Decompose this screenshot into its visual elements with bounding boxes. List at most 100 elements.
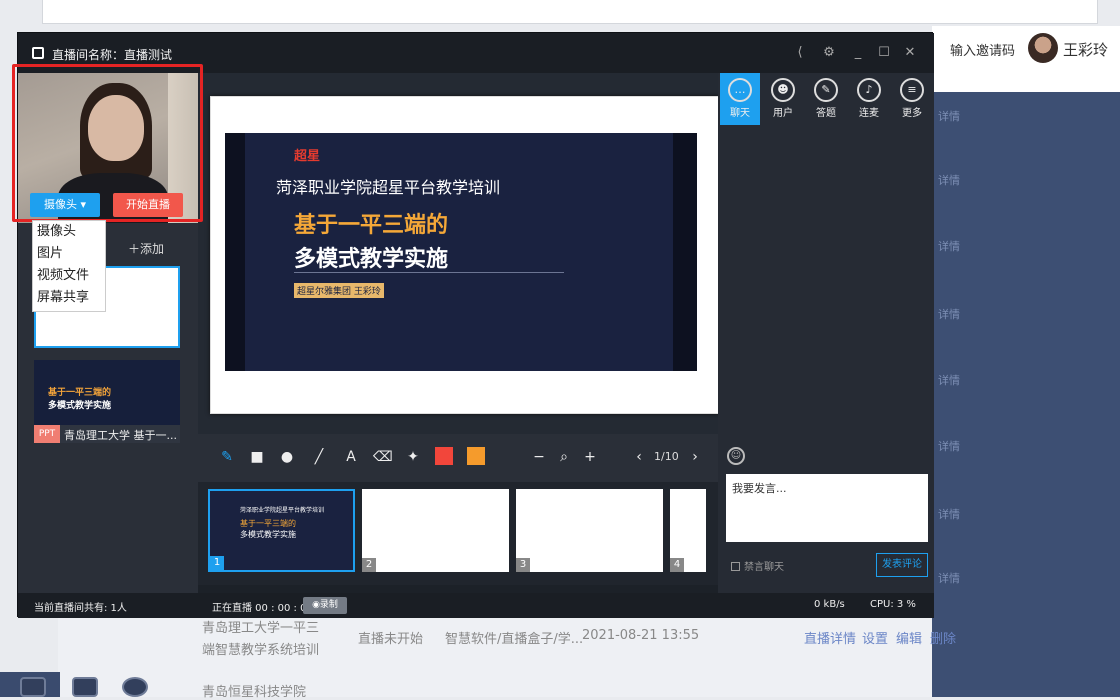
- slide-sheet: 超星 菏泽职业学院超星平台教学培训 基于一平三端的 多模式教学实施 超星尔雅集团…: [210, 96, 720, 414]
- menu-item-camera[interactable]: 摄像头: [33, 221, 105, 243]
- document-icon[interactable]: [72, 677, 98, 697]
- menu-item-video[interactable]: 视频文件: [33, 265, 105, 287]
- slide-title-1: 基于一平三端的: [294, 213, 449, 238]
- invite-code-link[interactable]: 输入邀请码: [950, 40, 1015, 59]
- clear-icon[interactable]: ✦: [404, 448, 422, 466]
- background-row-status: 直播未开始: [358, 632, 424, 647]
- cpu-usage: CPU: 3 %: [870, 599, 916, 610]
- slide-left-bar: [225, 133, 245, 371]
- thumbnail-1[interactable]: 菏泽职业学院超星平台教学培训 基于一平三端的 多模式教学实施 1: [208, 489, 355, 572]
- tab-users-label: 用户: [773, 108, 793, 119]
- background-settings-link[interactable]: 设置: [862, 628, 888, 647]
- slide-title-2: 多模式教学实施: [294, 247, 449, 272]
- window-title: 直播间名称：直播测试: [52, 48, 173, 62]
- browser-top-bar: [42, 0, 1098, 24]
- bandwidth: 0 kB/s: [814, 599, 845, 610]
- user-name[interactable]: 王彩玲: [1063, 39, 1108, 60]
- background-row-name-2: 端智慧教学系统培训: [202, 643, 320, 658]
- thumbnail-3[interactable]: 3: [516, 489, 663, 572]
- slide-stage: 超星 菏泽职业学院超星平台教学培训 基于一平三端的 多模式教学实施 超星尔雅集团…: [198, 73, 720, 473]
- users-icon: ☻: [771, 78, 795, 102]
- background-row-name: 青岛理工大学一平三: [202, 621, 320, 636]
- menu-item-image[interactable]: 图片: [33, 243, 105, 265]
- tab-mic[interactable]: ♪ 连麦: [849, 73, 889, 125]
- add-source-button[interactable]: ＋添加: [128, 240, 164, 257]
- background-actions-column: 详情 详情 详情 详情 详情 详情 详情 详情: [932, 92, 1120, 697]
- chat-panel: … 聊天 ☻ 用户 ✎ 答题 ♪ 连麦 ≡ 更多 ☺ 我要发言... 禁言聊天 发表评论: [718, 73, 934, 593]
- close-icon[interactable]: ✕: [900, 43, 920, 63]
- tab-more-label: 更多: [902, 108, 922, 119]
- thumbnail-number: 1: [210, 556, 224, 570]
- slide-right-bar: [673, 133, 697, 371]
- status-bar: 当前直播间共有: 1人 正在直播 00 : 00 : 00 ◉录制 0 kB/s…: [18, 593, 934, 618]
- checkbox-icon: [731, 562, 740, 571]
- share-icon[interactable]: ⟨: [790, 43, 810, 63]
- tab-chat[interactable]: … 聊天: [720, 73, 760, 125]
- orange-color-swatch[interactable]: [467, 447, 485, 465]
- slide-logo: 超星: [294, 149, 321, 164]
- user-avatar[interactable]: [1028, 33, 1058, 63]
- tab-mic-label: 连麦: [859, 108, 879, 119]
- slide-rule: [294, 272, 564, 273]
- thumbnail-1-title-2: 多模式教学实施: [240, 530, 296, 539]
- emoji-icon[interactable]: ☺: [727, 447, 745, 465]
- menu-item-screen-share[interactable]: 屏幕共享: [33, 287, 105, 309]
- slide-content: 超星 菏泽职业学院超星平台教学培训 基于一平三端的 多模式教学实施 超星尔雅集团…: [225, 133, 697, 371]
- ppt-source-label[interactable]: PPT 青岛理工大学 基于一...: [34, 425, 180, 443]
- chat-icon: …: [728, 78, 752, 102]
- camera-icon[interactable]: [20, 677, 46, 697]
- slot-title-2: 多模式教学实施: [48, 401, 112, 411]
- red-color-swatch[interactable]: [435, 447, 453, 465]
- live-timer: 正在直播 00 : 00 : 00: [212, 603, 313, 614]
- more-icon[interactable]: [122, 677, 148, 697]
- viewer-count: 当前直播间共有: 1人: [34, 603, 127, 614]
- thumbnail-2[interactable]: 2: [362, 489, 509, 572]
- ppt-badge: PPT: [34, 425, 60, 443]
- slot-title-1: 基于一平三端的: [48, 388, 112, 398]
- tab-users[interactable]: ☻ 用户: [763, 73, 803, 125]
- tab-quiz-label: 答题: [816, 108, 836, 119]
- background-row2-name: 青岛恒星科技学院: [202, 685, 307, 700]
- thumbnail-1-caption: 菏泽职业学院超星平台教学培训: [240, 507, 325, 514]
- next-page-icon[interactable]: ›: [686, 448, 704, 466]
- thumbnail-number: 2: [362, 558, 376, 572]
- highlight-box: [12, 64, 203, 222]
- zoom-in-icon[interactable]: +: [581, 448, 599, 466]
- record-button[interactable]: ◉录制: [303, 597, 347, 614]
- slide-thumbnails: 菏泽职业学院超星平台教学培训 基于一平三端的 多模式教学实施 1 2 3 4: [198, 482, 718, 585]
- thumbnail-number: 3: [516, 558, 530, 572]
- ppt-name: 青岛理工大学 基于一...: [64, 429, 177, 442]
- ban-chat-checkbox[interactable]: 禁言聊天: [731, 558, 784, 573]
- send-comment-button[interactable]: 发表评论: [876, 553, 928, 577]
- background-row-tool: 智慧软件/直播盒子/学...: [445, 632, 584, 647]
- slide-author-tag: 超星尔雅集团 王彩玲: [294, 283, 384, 298]
- text-icon[interactable]: A: [342, 448, 360, 466]
- tab-quiz[interactable]: ✎ 答题: [806, 73, 846, 125]
- rectangle-icon[interactable]: ■: [248, 448, 266, 466]
- background-row-time: 2021-08-21 13:55: [582, 628, 700, 643]
- circle-icon[interactable]: ●: [278, 448, 296, 466]
- right-tabs: … 聊天 ☻ 用户 ✎ 答题 ♪ 连麦 ≡ 更多: [718, 73, 934, 125]
- source-dropdown: 摄像头 图片 视频文件 屏幕共享: [32, 220, 106, 312]
- search-icon[interactable]: ⌕: [555, 448, 573, 466]
- zoom-out-icon[interactable]: −: [530, 448, 548, 466]
- tab-more[interactable]: ≡ 更多: [892, 73, 932, 125]
- background-edit-link[interactable]: 编辑: [896, 628, 922, 647]
- background-detail-link[interactable]: 直播详情: [804, 628, 856, 647]
- annotation-toolbar: ✎ ■ ● ╱ A ⌫ ✦ − ⌕ + ‹ 1/10 ›: [198, 434, 718, 482]
- pencil-icon: ✎: [814, 78, 838, 102]
- slide-caption: 菏泽职业学院超星平台教学培训: [276, 178, 501, 197]
- minimize-icon[interactable]: _: [848, 43, 868, 63]
- thumbnail-4[interactable]: 4: [670, 489, 706, 572]
- chat-input[interactable]: 我要发言...: [726, 474, 928, 542]
- list-icon: ≡: [900, 78, 924, 102]
- pen-icon[interactable]: ✎: [218, 448, 236, 466]
- line-icon[interactable]: ╱: [310, 448, 328, 466]
- maximize-icon[interactable]: ☐: [874, 43, 894, 63]
- background-delete-link[interactable]: 删除: [930, 628, 956, 647]
- gear-icon[interactable]: ⚙: [819, 43, 839, 63]
- eraser-icon[interactable]: ⌫: [373, 448, 393, 466]
- thumbnail-1-title-1: 基于一平三端的: [240, 519, 296, 528]
- ban-chat-label: 禁言聊天: [744, 562, 784, 573]
- prev-page-icon[interactable]: ‹: [630, 448, 648, 466]
